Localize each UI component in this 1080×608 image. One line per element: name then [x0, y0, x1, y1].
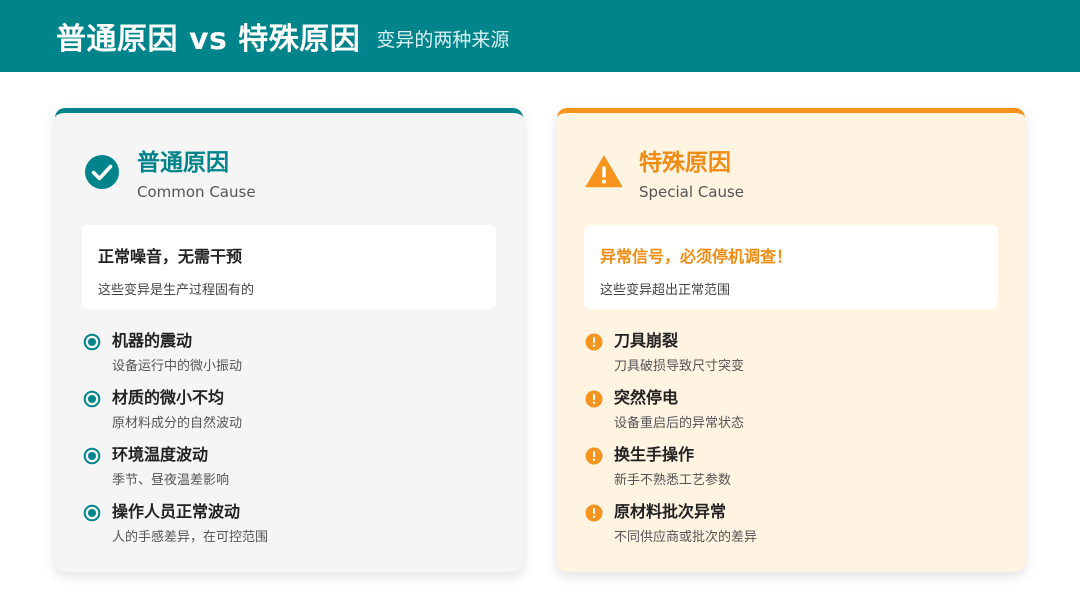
note-title: 正常噪音，无需干预	[98, 247, 243, 266]
list-item: 机器的震动 设备运行中的微小振动	[83, 331, 268, 388]
item-description: 设备运行中的微小振动	[112, 359, 243, 374]
special-cause-list: 刀具崩裂 刀具破损导致尺寸突变 突然停电 设备重启后的异常状态 换生手操作 新手…	[585, 331, 757, 559]
common-cause-title: 普通原因	[137, 150, 229, 176]
item-title: 换生手操作	[614, 445, 695, 464]
item-title: 操作人员正常波动	[112, 502, 241, 521]
list-item: 突然停电 设备重启后的异常状态	[585, 388, 757, 445]
note-title: 异常信号，必须停机调查！	[600, 247, 793, 266]
warning-triangle-icon	[585, 155, 623, 188]
note-description: 这些变异超出正常范围	[600, 283, 731, 298]
item-description: 刀具破损导致尺寸突变	[614, 359, 745, 374]
note-description: 这些变异是生产过程固有的	[98, 283, 255, 298]
list-item: 刀具崩裂 刀具破损导致尺寸突变	[585, 331, 757, 388]
item-description: 原材料成分的自然波动	[112, 416, 243, 431]
item-title: 原材料批次异常	[614, 502, 727, 521]
special-cause-note: 异常信号，必须停机调查！ 这些变异超出正常范围	[584, 225, 998, 309]
common-cause-header: 普通原因 Common Cause	[83, 143, 256, 201]
item-title: 突然停电	[614, 388, 679, 407]
item-description: 新手不熟悉工艺参数	[614, 473, 732, 488]
radio-dot-icon	[83, 390, 101, 408]
common-cause-en-title: Common Cause	[137, 183, 256, 201]
list-item: 原材料批次异常 不同供应商或批次的差异	[585, 502, 757, 559]
item-description: 人的手感差异，在可控范围	[112, 530, 269, 545]
radio-dot-icon	[83, 333, 101, 351]
special-cause-en-title: Special Cause	[639, 183, 745, 201]
page-subtitle: 变异的两种来源	[376, 28, 510, 51]
page-title: 普通原因 vs 特殊原因	[56, 22, 361, 57]
item-title: 刀具崩裂	[614, 331, 679, 350]
list-item: 操作人员正常波动 人的手感差异，在可控范围	[83, 502, 268, 559]
common-cause-list: 机器的震动 设备运行中的微小振动 材质的微小不均 原材料成分的自然波动 环境温度…	[83, 331, 268, 559]
list-item: 环境温度波动 季节、昼夜温差影响	[83, 445, 268, 502]
alert-circle-icon	[585, 447, 603, 465]
common-cause-note: 正常噪音，无需干预 这些变异是生产过程固有的	[82, 225, 496, 309]
list-item: 材质的微小不均 原材料成分的自然波动	[83, 388, 268, 445]
check-circle-icon	[85, 155, 119, 189]
list-item: 换生手操作 新手不熟悉工艺参数	[585, 445, 757, 502]
alert-circle-icon	[585, 333, 603, 351]
special-cause-card: 特殊原因 Special Cause 异常信号，必须停机调查！ 这些变异超出正常…	[557, 108, 1025, 572]
item-title: 机器的震动	[112, 331, 193, 350]
special-cause-title: 特殊原因	[639, 150, 731, 176]
special-cause-header: 特殊原因 Special Cause	[585, 143, 744, 201]
alert-circle-icon	[585, 390, 603, 408]
alert-circle-icon	[585, 504, 603, 522]
item-description: 设备重启后的异常状态	[614, 416, 745, 431]
item-description: 不同供应商或批次的差异	[614, 530, 758, 545]
header-bar: 普通原因 vs 特殊原因 变异的两种来源	[0, 0, 1080, 72]
common-cause-card: 普通原因 Common Cause 正常噪音，无需干预 这些变异是生产过程固有的…	[55, 108, 523, 572]
item-title: 环境温度波动	[112, 445, 209, 464]
radio-dot-icon	[83, 504, 101, 522]
radio-dot-icon	[83, 447, 101, 465]
item-title: 材质的微小不均	[112, 388, 225, 407]
item-description: 季节、昼夜温差影响	[112, 473, 230, 488]
